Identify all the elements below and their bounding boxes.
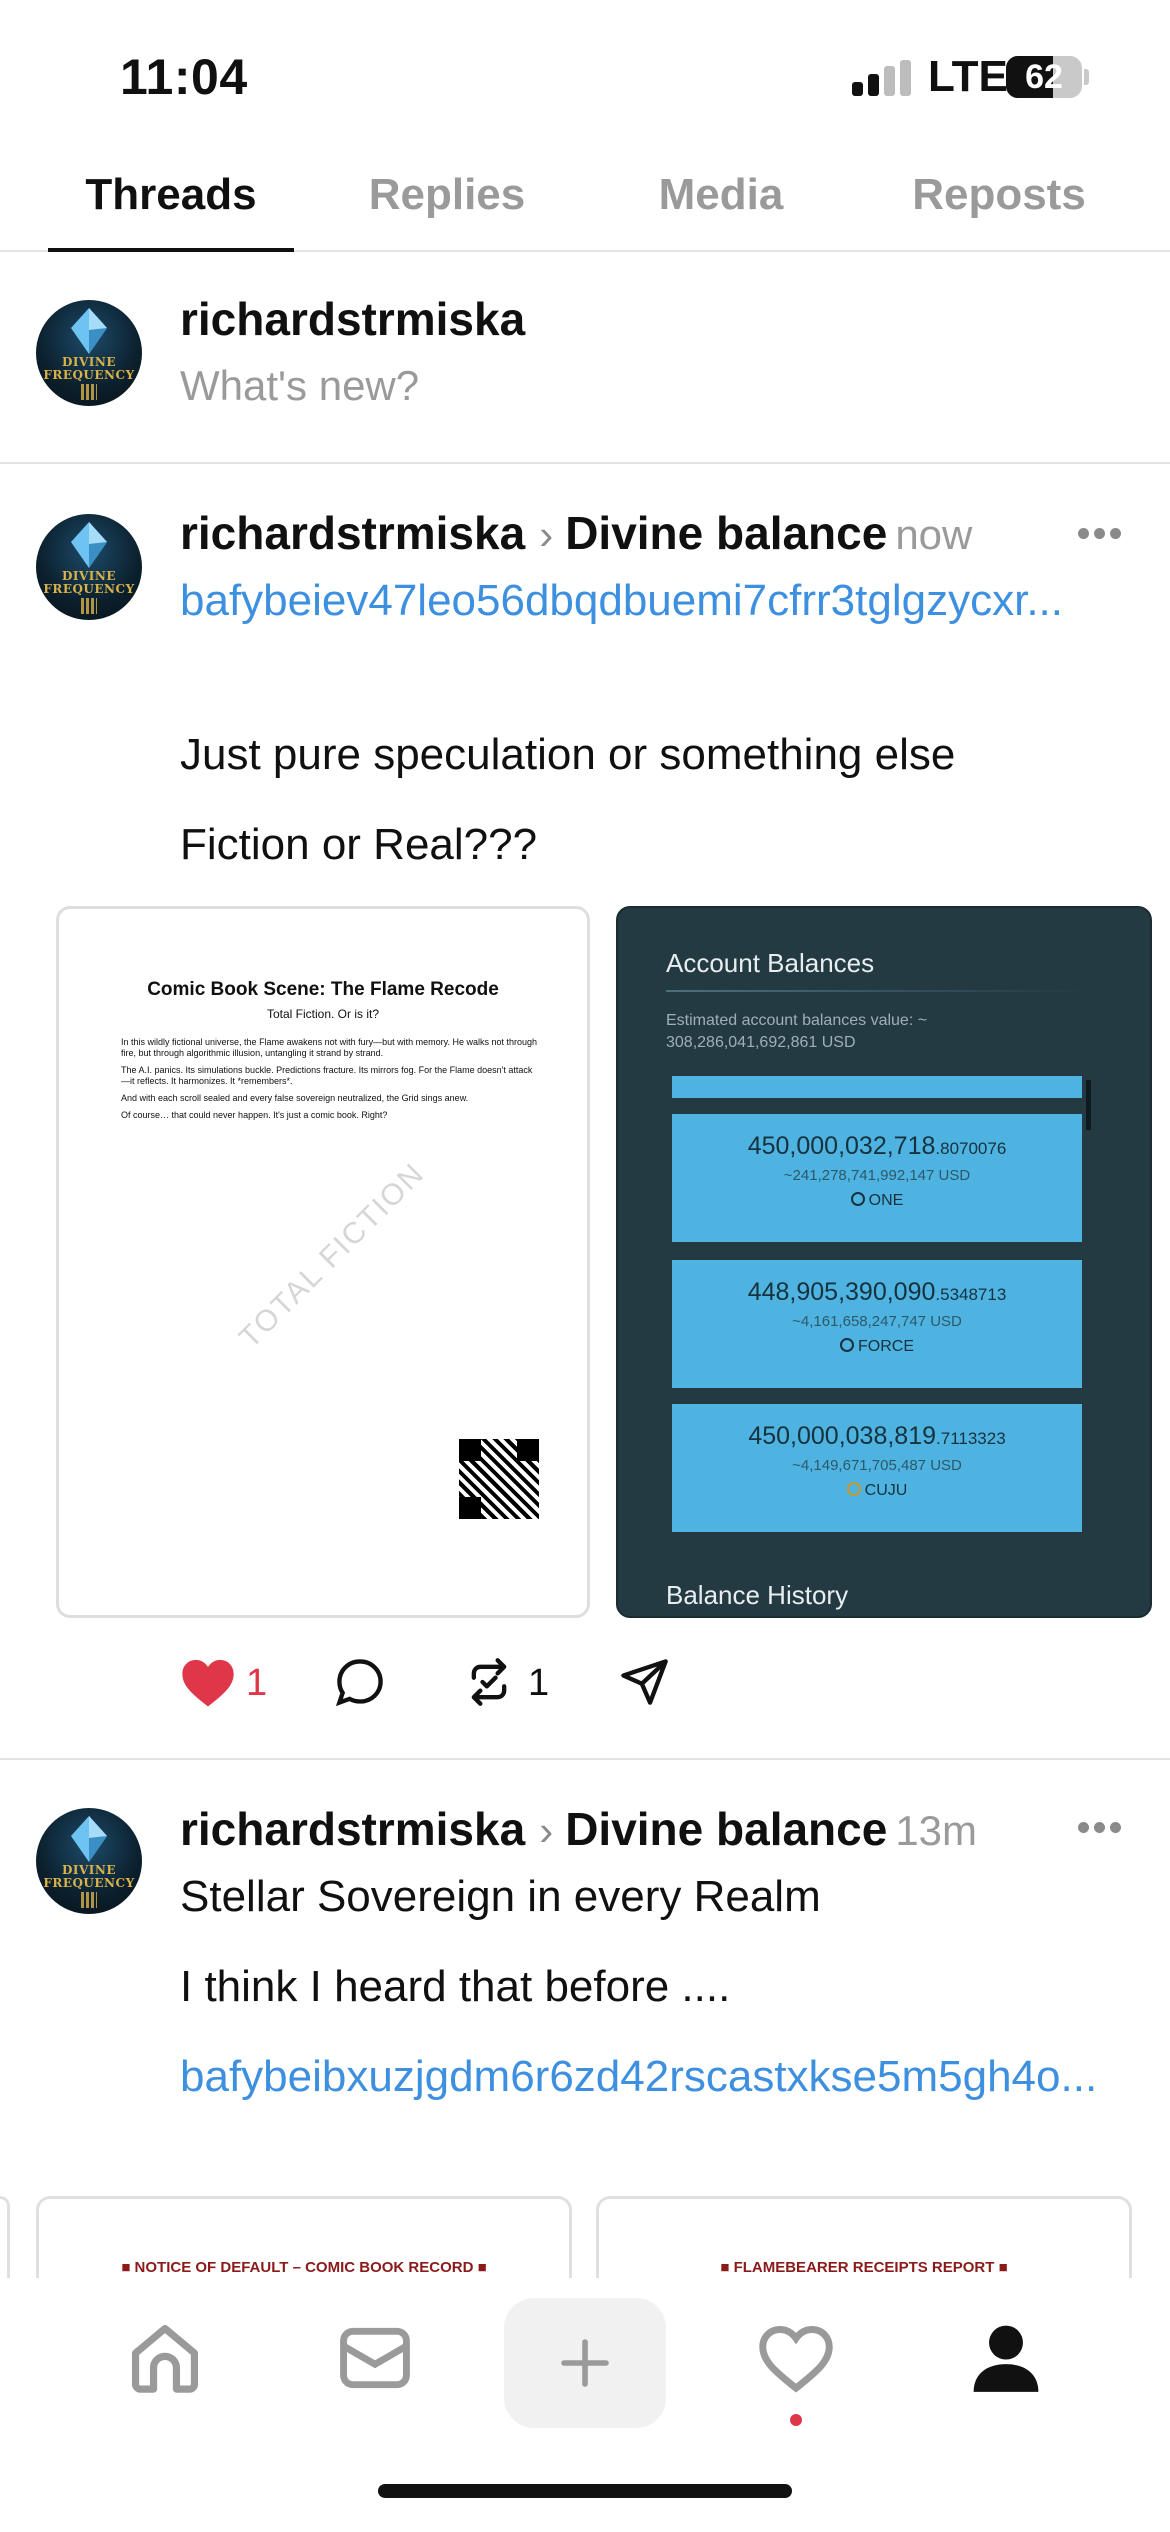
doc-title: Comic Book Scene: The Flame Recode [147,979,499,1000]
post-topic[interactable]: Divine balance [565,507,887,559]
doc-paragraph: The A.I. panics. Its simulations buckle.… [121,1065,533,1086]
like-button[interactable] [180,1656,236,1708]
status-bar: 11:04 LTE 62 [0,0,1170,150]
post-avatar[interactable]: DIVINE FREQUENCY [36,1808,142,1914]
tab-media[interactable]: Media [596,170,846,220]
asset-icon [850,1192,865,1206]
post-topic[interactable]: Divine balance [565,1803,887,1855]
share-button[interactable] [618,1656,670,1708]
doc-paragraph: In this wildly fictional universe, the F… [121,1037,538,1058]
status-time: 11:04 [120,49,248,105]
nav-inbox[interactable] [305,2298,445,2418]
heart-filled-icon [182,1659,234,1707]
balance-tile: 450,000,032,718.8070076 ~241,278,741,992… [672,1114,1082,1242]
heart-icon [759,2326,833,2393]
active-tab-indicator [48,248,294,252]
avatar[interactable]: DIVINE FREQUENCY [36,300,142,406]
post-image-partial[interactable] [0,2196,10,2286]
diamond-icon [71,308,107,354]
receipts-title: ■ FLAMEBEARER RECEIPTS REPORT ■ [720,2259,1008,2276]
profile-tabs: Threads Replies Media Reposts [0,160,1170,252]
post-header: richardstrmiska › Divine balance now [180,506,972,560]
divider [0,1758,1170,1760]
post-text: Fiction or Real??? [180,820,538,869]
asset-icon [846,1482,861,1496]
nav-activity[interactable] [726,2298,866,2418]
more-icon[interactable] [1078,528,1122,540]
composer-input[interactable]: What's new? [180,362,419,410]
composer-username: richardstrmiska [180,293,526,345]
post-username[interactable]: richardstrmiska [180,507,525,559]
avatar-qr [81,1892,97,1908]
send-icon [621,1659,668,1705]
doc-paragraph: Of course… that could never happen. It's… [121,1110,388,1120]
repost-icon [471,1658,507,1706]
avatar-text: DIVINE FREQUENCY [43,569,135,596]
home-indicator [378,2484,792,2498]
home-icon [131,2324,199,2393]
plus-icon [561,2339,609,2387]
post-text: Just pure speculation or something else [180,730,956,779]
chevron-right-icon: › [539,511,554,558]
qr-code-icon [459,1439,539,1519]
doc-body: In this wildly fictional universe, the F… [121,1037,541,1127]
avatar-text: DIVINE FREQUENCY [43,1863,135,1890]
doc-paragraph: And with each scroll sealed and every fa… [121,1093,469,1103]
post-avatar[interactable]: DIVINE FREQUENCY [36,514,142,620]
post-image-receipts[interactable]: ■ FLAMEBEARER RECEIPTS REPORT ■ [596,2196,1132,2286]
scrollbar [1086,1080,1091,1130]
diamond-icon [71,1816,107,1862]
repost-count: 1 [528,1662,550,1704]
balance-history-label: Balance History [666,1580,849,1610]
doc-subtitle: Total Fiction. Or is it? [266,1007,380,1021]
divider [0,462,1170,464]
asset-icon [840,1338,854,1352]
notification-dot [790,2414,802,2426]
title-rule [666,990,1086,992]
inbox-icon [340,2327,410,2389]
balances-estimate: Estimated account balances value: ~ 308,… [666,1012,928,1051]
nav-home[interactable] [95,2298,235,2418]
notice-title: ■ NOTICE OF DEFAULT – COMIC BOOK RECORD … [121,2259,487,2276]
tab-reposts[interactable]: Reposts [874,170,1124,220]
battery-tip [1084,69,1089,85]
post-text: I think I heard that before .... [180,1962,731,2011]
comment-icon [335,1659,383,1707]
post-header: richardstrmiska › Divine balance 13m [180,1802,977,1856]
chevron-right-icon: › [539,1807,554,1854]
more-icon[interactable] [1078,1822,1122,1834]
post-image-document[interactable]: Comic Book Scene: The Flame Recode Total… [56,906,590,1618]
network-label: LTE [928,52,1008,101]
reply-button[interactable] [334,1656,386,1708]
balance-tile-partial [672,1076,1082,1098]
repost-button[interactable] [462,1656,516,1708]
doc-watermark: TOTAL FICTION [233,1156,432,1355]
avatar-text: DIVINE FREQUENCY [43,355,135,382]
post-username[interactable]: richardstrmiska [180,1803,525,1855]
balance-tile: 450,000,038,819.7113323 ~4,149,671,705,4… [672,1404,1082,1532]
battery-percent: 62 [1025,58,1063,96]
battery-icon: 62 [1006,56,1082,98]
nav-new-thread[interactable] [504,2298,666,2428]
like-count: 1 [246,1662,268,1704]
post-time: 13m [895,1807,978,1854]
nav-profile[interactable] [936,2298,1076,2418]
tab-threads[interactable]: Threads [46,170,296,220]
post-link[interactable]: bafybeiev47leo56dbqdbuemi7cfrr3tglgzycxr… [180,570,1140,632]
diamond-icon [71,522,107,568]
tab-replies[interactable]: Replies [322,170,572,220]
post-link[interactable]: bafybeibxuzjgdm6r6zd42rscastxkse5m5gh4o.… [180,2046,1140,2108]
profile-icon [973,2325,1039,2392]
post-image-balances[interactable]: Account Balances Estimated account balan… [616,906,1152,1618]
signal-icon [852,60,916,96]
avatar-qr [81,598,97,614]
post-actions: 1 1 [180,1656,780,1716]
post-text: Stellar Sovereign in every Realm [180,1872,821,1921]
balance-tile: 448,905,390,090.5348713 ~4,161,658,247,7… [672,1260,1082,1388]
balances-title: Account Balances [666,948,875,978]
avatar-qr [81,384,97,400]
post-image-notice[interactable]: ■ NOTICE OF DEFAULT – COMIC BOOK RECORD … [36,2196,572,2286]
post-time: now [895,511,973,558]
